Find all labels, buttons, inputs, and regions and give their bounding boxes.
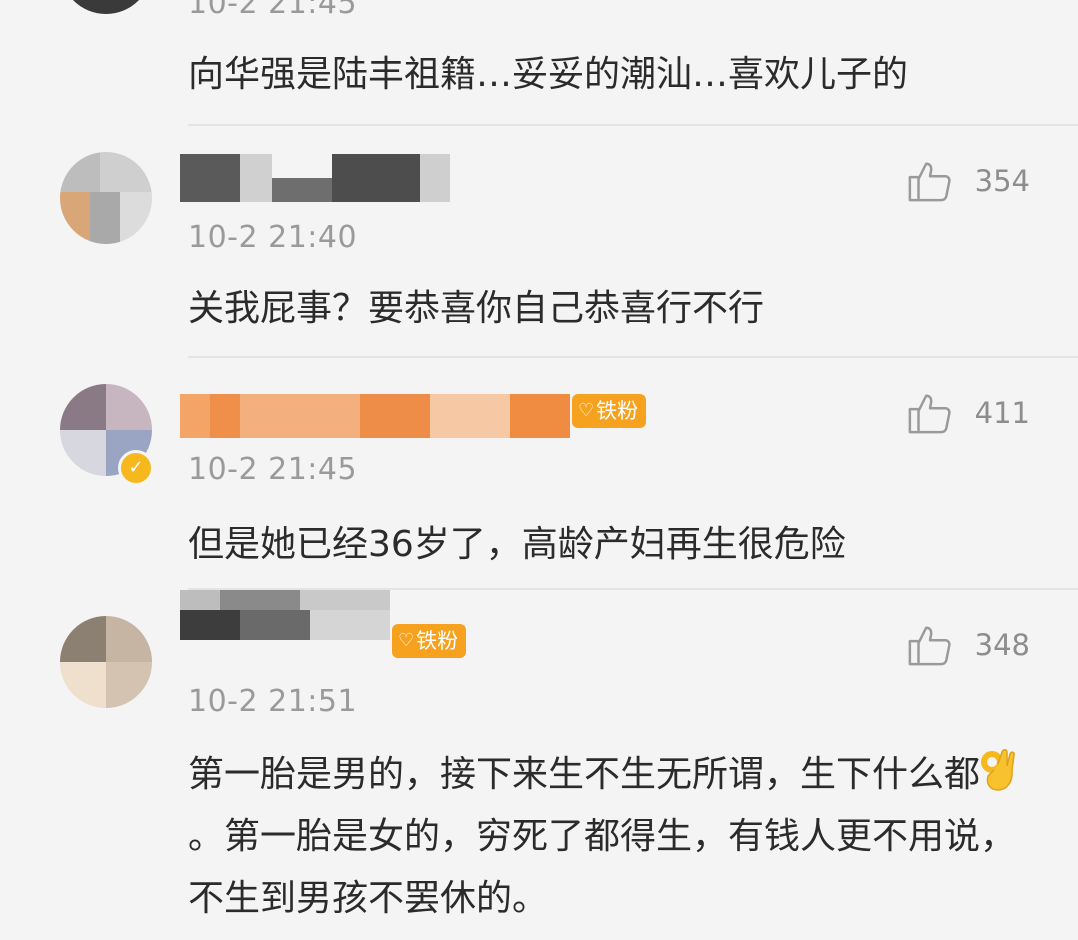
avatar[interactable] [60,0,152,14]
ok-hand-emoji [981,749,1015,791]
like-count: 348 [974,628,1030,662]
like-count: 411 [974,396,1030,430]
comment-time: 10-2 21:45 [188,0,358,21]
thumbs-up-icon [908,626,951,666]
like-button[interactable]: 411 [907,388,1030,438]
thumbs-up-icon [908,394,951,434]
comment-item: 10-2 21:45 向华强是陆丰祖籍…妥妥的潮汕…喜欢儿子的 [0,0,1078,126]
avatar[interactable] [60,616,152,708]
username-blurred[interactable] [180,394,570,438]
like-count: 354 [974,164,1030,198]
comment-time: 10-2 21:40 [188,220,358,255]
comment-text: 第一胎是男的，接下来生不生无所谓，生下什么都 。第一胎是女的，穷死了都得生，有钱… [188,744,1028,930]
like-button[interactable]: 354 [907,156,1030,206]
username-blurred[interactable] [180,154,450,202]
comment-item: ✓ ♡ 铁粉 411 10-2 21:45 但是她已经36岁了，高龄产妇再生很危… [0,358,1078,590]
comment-time: 10-2 21:51 [188,684,358,719]
verified-badge-icon: ✓ [118,450,154,486]
avatar[interactable] [60,152,152,244]
fan-badge: ♡ 铁粉 [572,394,647,428]
comment-text: 向华强是陆丰祖籍…妥妥的潮汕…喜欢儿子的 [188,54,909,95]
heart-icon: ♡ [578,400,595,421]
heart-icon: ♡ [398,630,415,651]
comment-item: ♡ 铁粉 348 10-2 21:51 第一胎是男的，接下来生不生无所谓，生下什… [0,590,1078,940]
thumbs-up-icon [908,162,951,202]
username-blurred[interactable] [180,590,390,660]
like-button[interactable]: 348 [907,620,1030,670]
comment-item: 354 10-2 21:40 关我屁事？要恭喜你自己恭喜行不行 [0,126,1078,358]
fan-badge: ♡ 铁粉 [392,624,467,658]
comment-text: 但是她已经36岁了，高龄产妇再生很危险 [188,524,846,565]
comment-text: 关我屁事？要恭喜你自己恭喜行不行 [188,288,765,329]
comment-time: 10-2 21:45 [188,452,358,487]
